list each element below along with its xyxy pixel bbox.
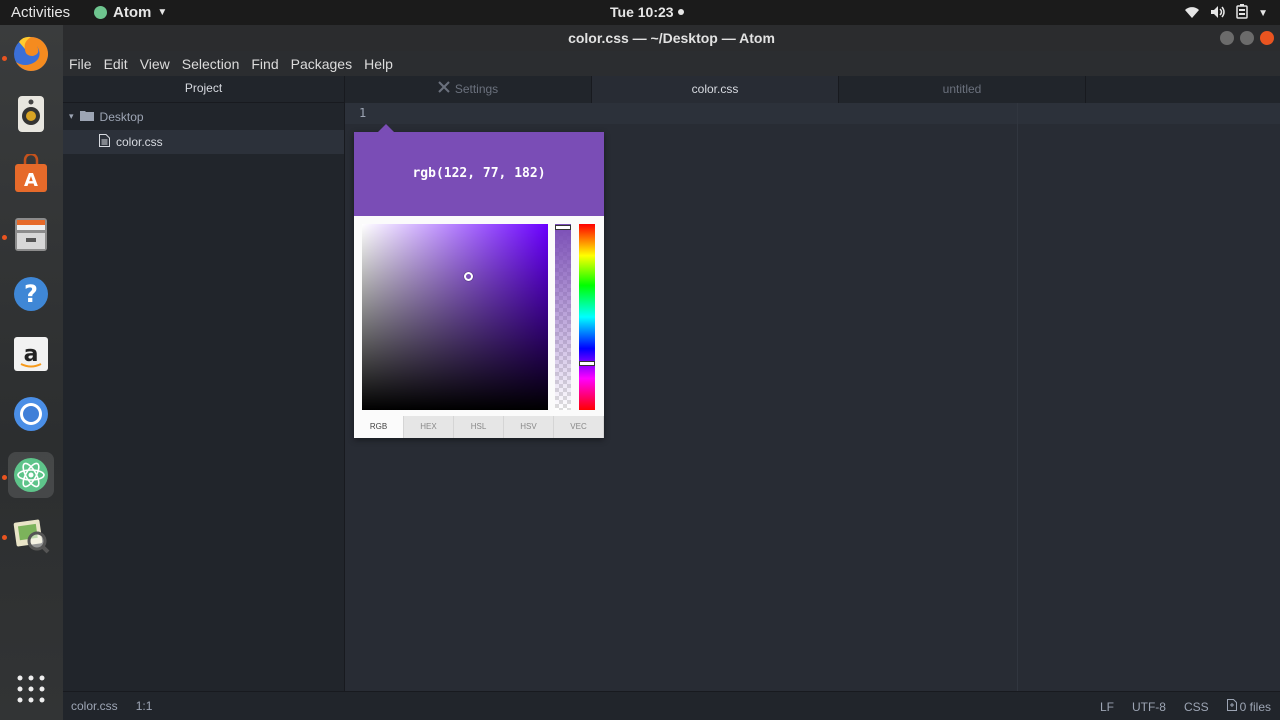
- color-picker[interactable]: rgb(122, 77, 182) RGB HEX HSL HSV VEC: [354, 124, 604, 438]
- tab-settings[interactable]: Settings: [345, 76, 592, 103]
- clock[interactable]: Tue 10:23: [610, 4, 684, 20]
- status-files-label: 0 files: [1239, 699, 1271, 714]
- tree-file-color-css[interactable]: color.css: [63, 130, 344, 154]
- status-bar: color.css 1:1 LF UTF-8 CSS 0 files: [63, 691, 1280, 720]
- alpha-slider[interactable]: [555, 224, 571, 410]
- atom-app-icon: [94, 6, 107, 19]
- wrap-guide: [1017, 103, 1018, 691]
- color-preview[interactable]: rgb(122, 77, 182): [354, 132, 604, 216]
- tab-color-css-label: color.css: [691, 82, 739, 96]
- tab-color-css[interactable]: color.css: [592, 76, 839, 103]
- chevron-down-icon: ▼: [157, 7, 168, 18]
- amazon-icon[interactable]: a: [8, 331, 54, 377]
- clock-label: Tue 10:23: [610, 4, 674, 20]
- menu-bar: File Edit View Selection Find Packages H…: [63, 51, 1280, 76]
- status-encoding[interactable]: UTF-8: [1132, 700, 1166, 714]
- minimize-button[interactable]: [1220, 31, 1234, 45]
- volume-icon: [1210, 5, 1226, 22]
- project-tree: Project ▾ Desktop color.css: [63, 76, 345, 691]
- status-file-path[interactable]: color.css: [71, 699, 118, 713]
- folder-icon: [79, 110, 94, 124]
- system-tray[interactable]: ▼: [1184, 4, 1268, 22]
- alpha-handle[interactable]: [555, 225, 571, 230]
- files-icon[interactable]: [8, 211, 54, 257]
- dock: A ? a: [0, 25, 63, 720]
- atom-icon[interactable]: [8, 452, 54, 498]
- battery-icon: [1236, 4, 1248, 22]
- tree-file-label: color.css: [116, 135, 163, 149]
- svg-text:a: a: [24, 342, 39, 367]
- chromium-icon[interactable]: [8, 391, 54, 437]
- image-viewer-icon[interactable]: [8, 512, 54, 558]
- tree-header[interactable]: Project: [63, 76, 344, 103]
- saturation-handle[interactable]: [464, 272, 473, 281]
- status-line-ending[interactable]: LF: [1100, 700, 1114, 714]
- menu-find[interactable]: Find: [251, 56, 278, 72]
- tree-folder-desktop[interactable]: ▾ Desktop: [63, 103, 344, 130]
- format-hsl-button[interactable]: HSL: [454, 416, 504, 438]
- app-menu[interactable]: Atom ▼: [94, 4, 167, 21]
- maximize-button[interactable]: [1240, 31, 1254, 45]
- tools-icon: [438, 76, 450, 103]
- svg-text:?: ?: [24, 280, 38, 308]
- notification-dot-icon: [677, 9, 684, 15]
- format-vec-button[interactable]: VEC: [554, 416, 604, 438]
- software-center-icon[interactable]: A: [8, 151, 54, 197]
- running-indicator: [2, 235, 7, 240]
- saturation-selector[interactable]: [362, 224, 548, 410]
- status-grammar[interactable]: CSS: [1184, 700, 1209, 714]
- cursor-line-highlight: [345, 103, 1280, 124]
- tab-bar: Settings color.css untitled: [345, 76, 1280, 103]
- system-menu-chevron-icon: ▼: [1258, 7, 1268, 19]
- status-cursor-position[interactable]: 1:1: [136, 699, 153, 713]
- svg-text:A: A: [24, 170, 38, 191]
- activities-button[interactable]: Activities: [11, 4, 70, 21]
- menu-selection[interactable]: Selection: [182, 56, 240, 72]
- format-rgb-button[interactable]: RGB: [354, 416, 404, 438]
- tab-untitled[interactable]: untitled: [839, 76, 1086, 103]
- menu-help[interactable]: Help: [364, 56, 393, 72]
- menu-file[interactable]: File: [69, 56, 92, 72]
- menu-edit[interactable]: Edit: [104, 56, 128, 72]
- app-grid-icon[interactable]: [8, 666, 54, 712]
- app-menu-label: Atom: [113, 4, 152, 21]
- tab-settings-label: Settings: [454, 82, 499, 96]
- menu-packages[interactable]: Packages: [291, 56, 352, 72]
- running-indicator: [2, 535, 7, 540]
- tree-folder-label: Desktop: [99, 109, 144, 124]
- hue-handle[interactable]: [579, 361, 595, 366]
- tab-untitled-label: untitled: [942, 82, 982, 96]
- close-button[interactable]: [1260, 31, 1274, 45]
- top-bar: Activities Atom ▼ Tue 10:23 ▼: [0, 0, 1280, 25]
- window-controls: [1220, 31, 1274, 45]
- window-title: color.css — ~/Desktop — Atom: [568, 30, 775, 46]
- menu-view[interactable]: View: [140, 56, 170, 72]
- hue-slider[interactable]: [579, 224, 595, 410]
- rhythmbox-icon[interactable]: [8, 91, 54, 137]
- help-icon[interactable]: ?: [8, 271, 54, 317]
- format-hsv-button[interactable]: HSV: [504, 416, 554, 438]
- format-selector: RGB HEX HSL HSV VEC: [354, 416, 604, 438]
- status-git-files[interactable]: 0 files: [1226, 699, 1271, 714]
- line-number: 1: [359, 106, 367, 120]
- running-indicator: [2, 56, 7, 61]
- wifi-icon: [1184, 5, 1200, 22]
- window-titlebar[interactable]: color.css — ~/Desktop — Atom: [63, 25, 1280, 51]
- file-diff-icon: [1226, 699, 1237, 714]
- file-text-icon: [99, 134, 110, 150]
- running-indicator: [2, 475, 7, 480]
- chevron-down-icon: ▾: [69, 111, 74, 121]
- firefox-icon[interactable]: [8, 31, 54, 77]
- format-hex-button[interactable]: HEX: [404, 416, 454, 438]
